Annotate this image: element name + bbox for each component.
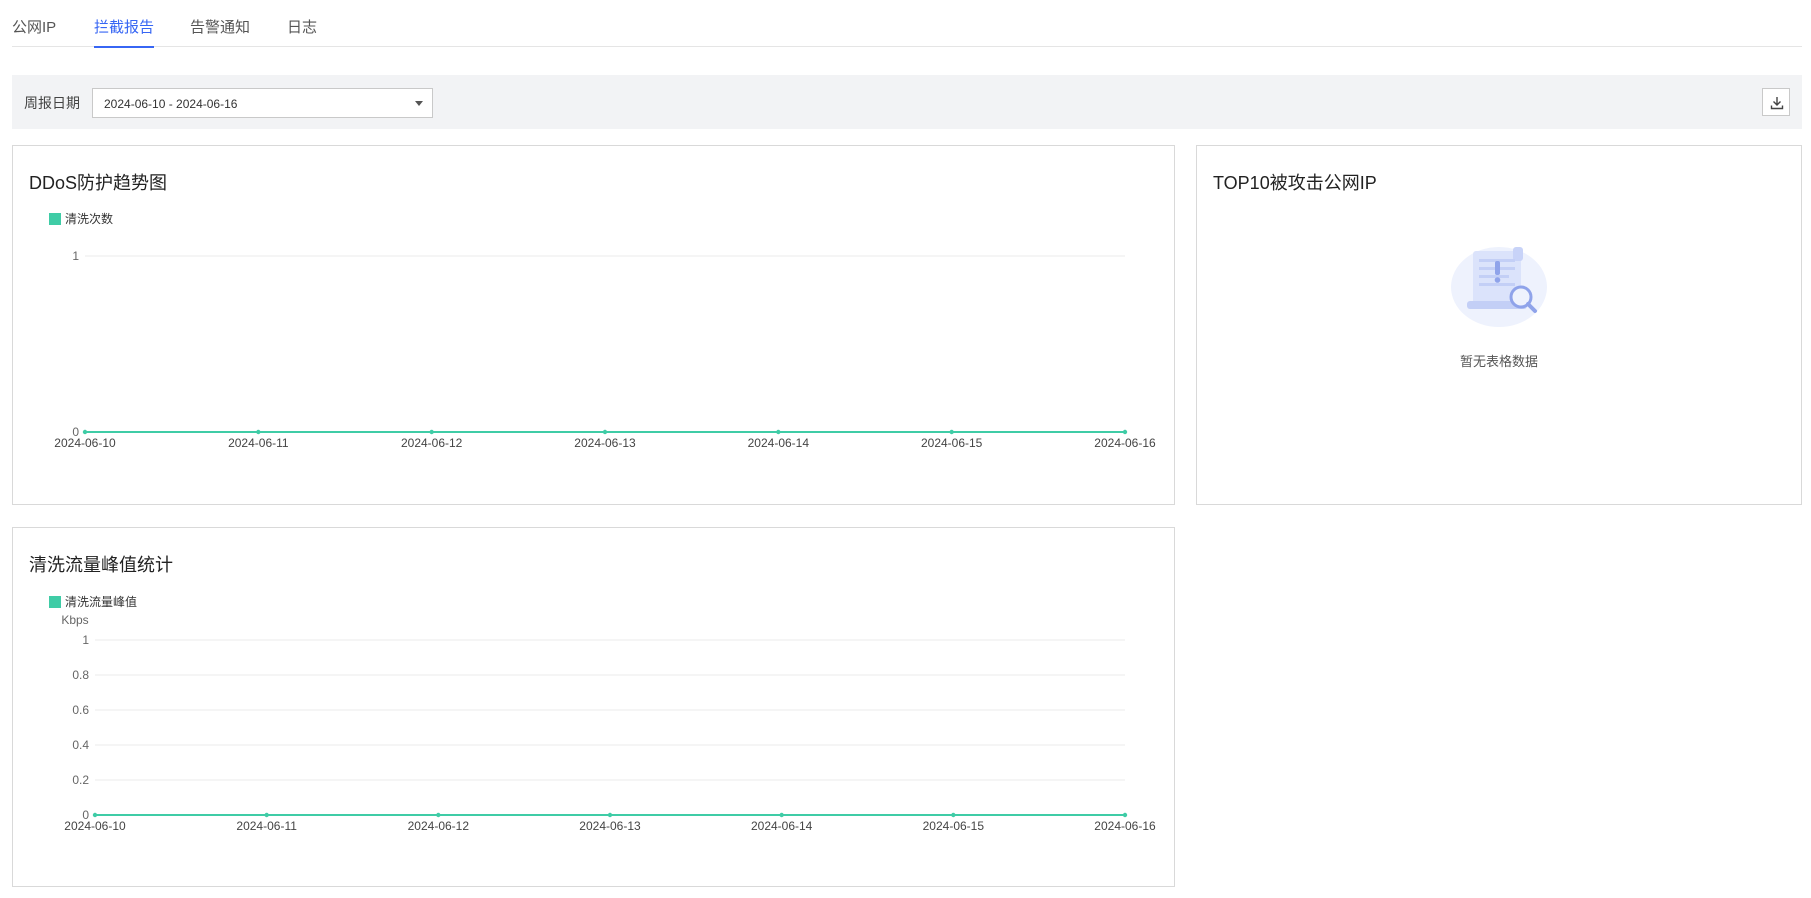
data-point [1122,812,1128,818]
peak-traffic-card: 清洗流量峰值统计 清洗流量峰值 Kbps 0 0.2 0.4 0.6 0.8 1 2024-0… [12,527,1175,887]
tab-public-ip[interactable]: 公网IP [12,16,56,47]
ddos-trend-chart: 012024-06-10 2024-06-11 2024-06-12 2024-06-… [54,249,1156,450]
x-tick-label: 2024-06-11 [236,819,297,833]
download-icon [1770,97,1784,110]
data-point [429,429,434,435]
peak-traffic-chart: Kbps00.20.40.60.812024-06-10 2024-06-11 20… [61,613,1156,833]
data-point [82,429,88,435]
y-axis-unit-label: Kbps [61,613,88,627]
empty-state [1197,241,1801,336]
weekly-date-label: 周报日期 [24,95,80,111]
x-tick-label: 2024-06-10 [64,819,126,833]
filter-bar: 周报日期 2024-06-10 - 2024-06-16 [12,75,1802,129]
x-tick-label: 2024-06-16 [1094,819,1156,833]
date-range-value: 2024-06-10 - 2024-06-16 [104,97,238,111]
top10-title: TOP10被攻击公网IP [1213,173,1377,193]
ddos-trend-card: DDoS防护趋势图 清洗次数 0 1 2024-06-10 2024-06-11 202… [12,145,1175,505]
data-point [602,429,608,435]
y-tick-label: 0.4 [72,738,89,752]
x-tick-label: 2024-06-15 [921,436,983,450]
top10-attacked-ip-card: TOP10被攻击公网IP 暂无表格数据 [1196,145,1802,505]
data-point [92,812,98,818]
x-tick-label: 2024-06-12 [408,819,470,833]
tab-alert-notification[interactable]: 告警通知 [190,16,250,47]
x-tick-label: 2024-06-15 [923,819,985,833]
data-point [949,429,954,435]
x-tick-label: 2024-06-14 [748,436,810,450]
y-tick-label: 0.2 [72,773,89,787]
x-tick-label: 2024-06-11 [228,436,289,450]
tab-interception-report[interactable]: 拦截报告 [94,16,155,48]
y-tick-label: 1 [72,249,79,263]
x-tick-label: 2024-06-12 [401,436,463,450]
x-tick-label: 2024-06-10 [54,436,116,450]
no-data-icon [1451,247,1547,327]
weekly-date-select[interactable]: 2024-06-10 - 2024-06-16 [92,88,433,118]
y-tick-label: 1 [82,633,89,647]
chevron-down-icon [415,101,423,106]
report-tabs: 公网IP 拦截报告 告警通知 日志 [12,0,1802,48]
y-tick-label: 0.8 [72,668,89,682]
x-tick-label: 2024-06-13 [574,436,636,450]
x-tick-label: 2024-06-16 [1094,436,1156,450]
data-point [776,429,781,435]
data-point [1122,429,1128,435]
data-point [256,429,261,435]
data-point [607,812,613,818]
data-point [951,812,956,818]
data-point [264,812,269,818]
data-point [436,812,441,818]
empty-state-text: 暂无表格数据 [1459,354,1538,369]
x-tick-label: 2024-06-13 [579,819,641,833]
download-button[interactable] [1762,88,1790,116]
data-point [779,812,784,818]
x-tick-label: 2024-06-14 [751,819,813,833]
y-tick-label: 0.6 [72,703,89,717]
tab-logs[interactable]: 日志 [287,16,317,47]
